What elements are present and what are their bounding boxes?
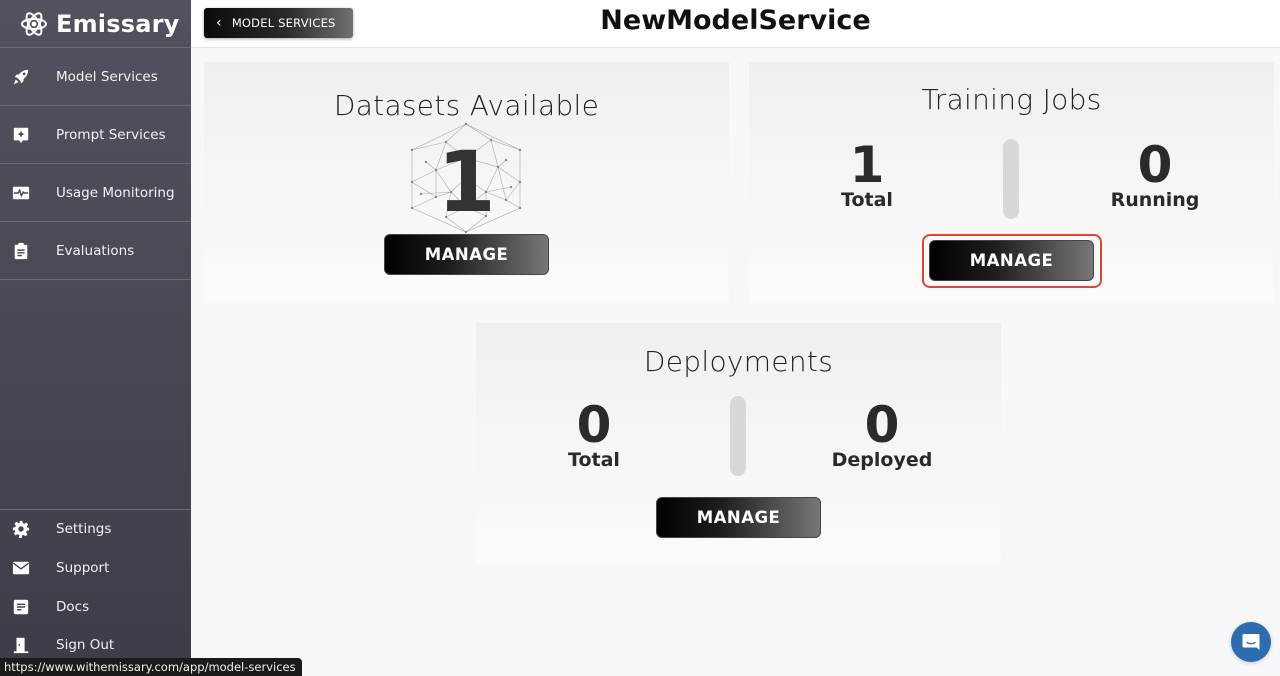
sidebar-item-label: Model Services (56, 68, 158, 85)
deployments-deployed-value: 0 (864, 396, 900, 454)
datasets-card: Datasets Available 1 MANAGE (204, 62, 729, 303)
deployments-card-title: Deployments (643, 345, 834, 378)
training-total-label: Total (841, 189, 893, 211)
sidebar-item-label: Usage Monitoring (56, 184, 175, 201)
sidebar-item-label: Docs (56, 598, 90, 615)
sidebar-bottom-nav: Settings Support Docs Sign Out (0, 509, 191, 665)
datasets-manage-button[interactable]: MANAGE (384, 234, 549, 275)
sidebar-item-usage-monitoring[interactable]: Usage Monitoring (0, 164, 191, 222)
sidebar-item-settings[interactable]: Settings (0, 510, 191, 549)
sidebar-item-prompt-services[interactable]: Prompt Services (0, 106, 191, 164)
status-bar-url: https://www.withemissary.com/app/model-s… (0, 658, 302, 676)
datasets-card-title: Datasets Available (333, 89, 600, 122)
training-total-value: 1 (849, 136, 885, 194)
deployments-total-value: 0 (576, 396, 612, 454)
deployments-deployed-stat: 0 Deployed (802, 397, 962, 471)
brand-name: Emissary (56, 9, 180, 38)
sidebar-item-label: Prompt Services (56, 126, 166, 143)
training-running-value: 0 (1137, 136, 1173, 194)
sidebar-item-label: Settings (56, 521, 112, 538)
deployments-total-label: Total (568, 449, 620, 471)
rocket-icon (0, 68, 56, 86)
page-title: NewModelService (600, 5, 871, 36)
monitor-icon (0, 184, 56, 202)
sidebar: Emissary Model Services Prompt Services … (0, 0, 191, 676)
sidebar-item-docs[interactable]: Docs (0, 587, 191, 626)
stat-divider (1003, 139, 1019, 219)
page-header: ‹ MODEL SERVICES NewModelService (191, 0, 1280, 48)
chat-launcher-button[interactable] (1231, 622, 1271, 662)
emissary-logo-icon (21, 11, 47, 36)
chat-bubble-icon (1242, 634, 1260, 650)
sidebar-item-evaluations[interactable]: Evaluations (0, 222, 191, 280)
brand-logo[interactable]: Emissary (0, 0, 191, 48)
clipboard-icon (0, 242, 56, 260)
training-running-stat: 0 Running (1075, 137, 1235, 211)
sidebar-item-label: Sign Out (56, 637, 115, 654)
door-icon (0, 636, 56, 654)
prompt-icon (0, 126, 56, 144)
training-running-label: Running (1110, 189, 1200, 211)
stat-divider (730, 396, 746, 476)
sidebar-item-label: Evaluations (56, 242, 135, 259)
sidebar-item-model-services[interactable]: Model Services (0, 48, 191, 106)
datasets-count: 1 (437, 133, 496, 231)
deployments-card: Deployments 0 Total 0 Deployed MANAGE (476, 323, 1001, 564)
deployments-deployed-label: Deployed (831, 449, 933, 471)
gear-icon (0, 520, 56, 539)
deployments-total-stat: 0 Total (514, 397, 674, 471)
training-jobs-card: Training Jobs 1 Total 0 Running MANAGE (749, 62, 1274, 303)
sidebar-item-label: Support (56, 560, 110, 577)
sidebar-item-support[interactable]: Support (0, 549, 191, 588)
deployments-manage-button[interactable]: MANAGE (656, 497, 821, 538)
training-jobs-card-title: Training Jobs (921, 83, 1102, 116)
envelope-icon (0, 559, 56, 577)
training-jobs-manage-button[interactable]: MANAGE (929, 240, 1094, 281)
document-icon (0, 598, 56, 616)
training-total-stat: 1 Total (787, 137, 947, 211)
